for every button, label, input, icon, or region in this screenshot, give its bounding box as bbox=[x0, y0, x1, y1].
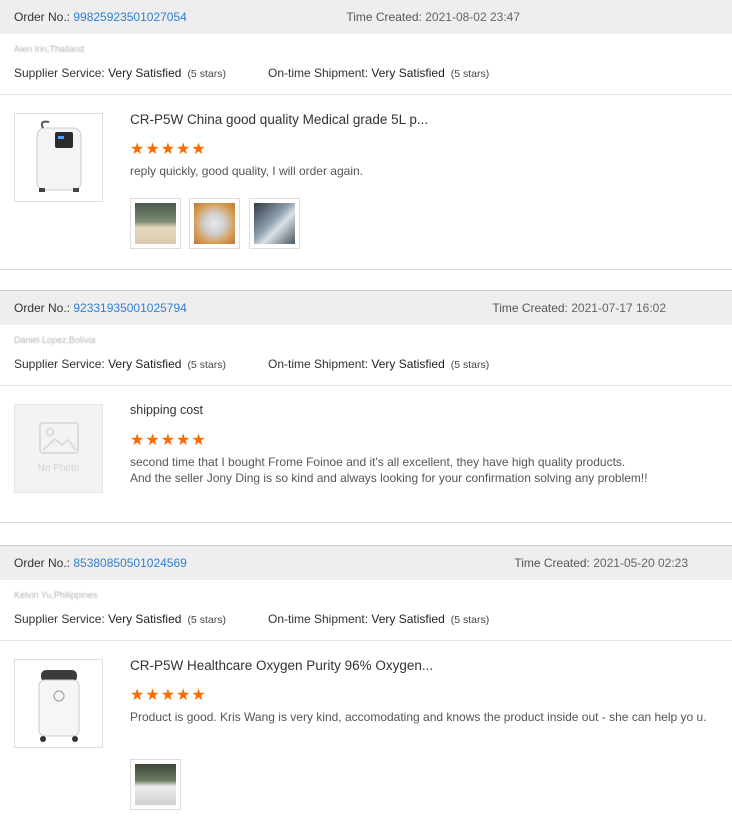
buyer-name: Daniel Lopez,Bolivia bbox=[14, 335, 96, 345]
order-number-link[interactable]: 92331935001025794 bbox=[73, 301, 186, 315]
review-photo[interactable] bbox=[130, 198, 181, 249]
review-content: CR-P5W China good quality Medical grade … bbox=[0, 95, 732, 269]
time-created: Time Created: 2021-07-17 16:02 bbox=[492, 301, 666, 315]
order-header: Order No.: 99825923501027054 Time Create… bbox=[0, 0, 732, 34]
order-header: Order No.: 85380850501024569 Time Create… bbox=[0, 545, 732, 580]
supplier-service-rating: Supplier Service: Very Satisfied (5 stars… bbox=[14, 357, 226, 371]
separator bbox=[0, 269, 732, 288]
no-photo-placeholder: No Photo bbox=[14, 404, 103, 493]
oxygen-concentrator-image bbox=[36, 120, 82, 192]
no-photo-text: No Photo bbox=[37, 463, 80, 474]
image-placeholder-icon bbox=[39, 422, 79, 454]
ontime-shipment-rating: On-time Shipment: Very Satisfied (5 stars… bbox=[268, 66, 490, 80]
time-value: 2021-07-17 16:02 bbox=[571, 301, 666, 315]
review-card: Order No.: 85380850501024569 Time Create… bbox=[0, 545, 732, 824]
time-created: Time Created: 2021-08-02 23:47 bbox=[346, 10, 520, 24]
order-number-link[interactable]: 99825923501027054 bbox=[73, 10, 186, 24]
review-text: reply quickly, good quality, I will orde… bbox=[130, 164, 364, 178]
review-meta: Kelvin Yu,Philippines Supplier Service: … bbox=[0, 580, 732, 641]
review-card: Order No.: 92331935001025794 Time Create… bbox=[0, 290, 732, 541]
oxygen-concentrator-image bbox=[38, 670, 80, 742]
review-photo[interactable] bbox=[130, 759, 181, 810]
product-title[interactable]: CR-P5W Healthcare Oxygen Purity 96% Oxyg… bbox=[130, 658, 433, 673]
review-content: No Photo shipping cost ★★★★★ second time… bbox=[0, 386, 732, 522]
order-header: Order No.: 92331935001025794 Time Create… bbox=[0, 290, 732, 325]
supplier-service-rating: Supplier Service: Very Satisfied (5 stars… bbox=[14, 612, 226, 626]
separator bbox=[0, 522, 732, 541]
ontime-shipment-rating: On-time Shipment: Very Satisfied (5 stars… bbox=[268, 357, 490, 371]
review-card: Order No.: 99825923501027054 Time Create… bbox=[0, 0, 732, 288]
review-photo[interactable] bbox=[189, 198, 240, 249]
review-text: Product is good. Kris Wang is very kind,… bbox=[130, 710, 707, 724]
time-value: 2021-05-20 02:23 bbox=[593, 556, 688, 570]
review-photo[interactable] bbox=[249, 198, 300, 249]
review-content: CR-P5W Healthcare Oxygen Purity 96% Oxyg… bbox=[0, 641, 732, 824]
ontime-shipment-rating: On-time Shipment: Very Satisfied (5 stars… bbox=[268, 612, 490, 626]
product-title[interactable]: shipping cost bbox=[130, 403, 203, 417]
time-created: Time Created: 2021-05-20 02:23 bbox=[514, 556, 688, 570]
supplier-service-rating: Supplier Service: Very Satisfied (5 stars… bbox=[14, 66, 226, 80]
review-meta: Aien Irin,Thailand Supplier Service: Ver… bbox=[0, 34, 732, 95]
rating-stars: ★★★★★ bbox=[130, 687, 207, 704]
product-title[interactable]: CR-P5W China good quality Medical grade … bbox=[130, 112, 428, 127]
rating-stars: ★★★★★ bbox=[130, 432, 207, 449]
rating-stars: ★★★★★ bbox=[130, 141, 207, 158]
review-meta: Daniel Lopez,Bolivia Supplier Service: V… bbox=[0, 325, 732, 386]
order-no-label: Order No.: bbox=[14, 556, 71, 570]
review-text: second time that I bought Frome Foinoe a… bbox=[130, 455, 648, 485]
buyer-name: Aien Irin,Thailand bbox=[14, 44, 85, 54]
order-number-link[interactable]: 85380850501024569 bbox=[73, 556, 186, 570]
buyer-name: Kelvin Yu,Philippines bbox=[14, 590, 98, 600]
time-value: 2021-08-02 23:47 bbox=[425, 10, 520, 24]
product-thumbnail[interactable] bbox=[14, 659, 103, 748]
product-thumbnail[interactable] bbox=[14, 113, 103, 202]
order-no-label: Order No.: bbox=[14, 301, 71, 315]
order-no-label: Order No.: bbox=[14, 10, 71, 24]
